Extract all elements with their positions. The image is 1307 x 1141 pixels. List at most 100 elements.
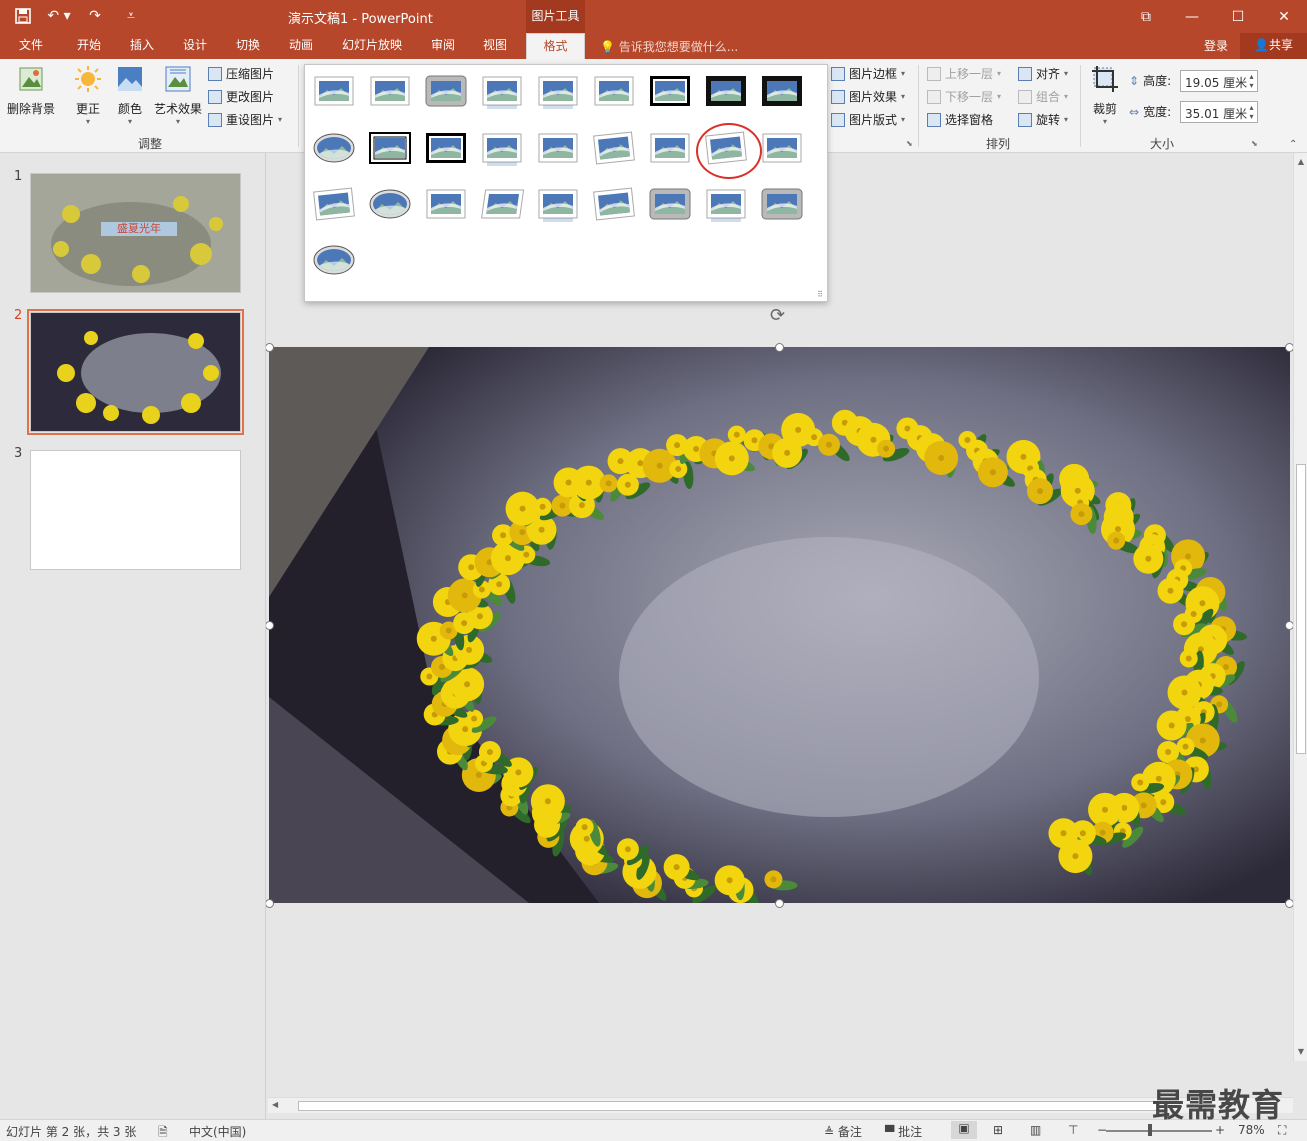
tell-me-search[interactable]: 💡 告诉我您想要做什么...	[600, 38, 738, 55]
tab-design[interactable]: 设计	[172, 33, 218, 59]
picture-effects-button[interactable]: 图片效果 ▾	[831, 88, 905, 105]
picture-style-option[interactable]	[704, 74, 748, 110]
redo-icon[interactable]: ↷	[82, 5, 108, 27]
artistic-effects-button[interactable]: 艺术效果 ▾	[152, 65, 204, 126]
vertical-scroll-thumb[interactable]	[1296, 464, 1306, 754]
picture-style-option[interactable]	[480, 74, 524, 110]
vertical-scrollbar[interactable]: ▲ ▼	[1293, 153, 1307, 1061]
compress-pictures-button[interactable]: 压缩图片	[208, 65, 274, 82]
language-indicator[interactable]: 中文(中国)	[189, 1123, 246, 1140]
send-backward-button[interactable]: 下移一层 ▾	[927, 88, 1001, 105]
reset-picture-button[interactable]: 重设图片 ▾	[208, 111, 282, 128]
rotate-icon	[1018, 112, 1032, 127]
horizontal-scroll-thumb[interactable]	[298, 1101, 1158, 1111]
ribbon-display-icon[interactable]: ⧉	[1123, 0, 1169, 33]
picture-style-option[interactable]	[424, 74, 468, 110]
slide-sorter-icon[interactable]: ⊞	[993, 1123, 1003, 1137]
resize-handle[interactable]	[1285, 621, 1293, 630]
resize-handle[interactable]	[266, 899, 274, 908]
picture-style-option[interactable]	[536, 131, 580, 167]
slide-thumbnail-1[interactable]: 盛夏光年	[30, 173, 241, 293]
tab-file[interactable]: 文件	[8, 33, 54, 59]
scroll-left-icon[interactable]: ◀	[272, 1100, 278, 1109]
resize-handle[interactable]	[1285, 343, 1293, 352]
resize-handle[interactable]	[775, 343, 784, 352]
zoom-slider[interactable]	[1106, 1130, 1212, 1132]
share-button[interactable]: 👤共享	[1240, 33, 1307, 59]
notes-button[interactable]: ≜ 备注	[824, 1123, 862, 1140]
picture-style-option[interactable]	[592, 187, 636, 223]
maximize-icon[interactable]: ☐	[1215, 0, 1261, 33]
rotate-button[interactable]: 旋转 ▾	[1018, 111, 1068, 128]
horizontal-scrollbar[interactable]: ◀	[268, 1097, 1293, 1113]
tab-view[interactable]: 视图	[472, 33, 518, 59]
picture-layout-button[interactable]: 图片版式 ▾	[831, 111, 905, 128]
align-button[interactable]: 对齐 ▾	[1018, 65, 1068, 82]
picture-style-option[interactable]	[312, 74, 356, 110]
picture-style-option[interactable]	[760, 187, 804, 223]
picture-style-option[interactable]	[704, 187, 748, 223]
tab-home[interactable]: 开始	[66, 33, 112, 59]
slide-thumbnail-3[interactable]	[30, 450, 241, 570]
picture-style-option[interactable]	[424, 187, 468, 223]
picture-style-option[interactable]	[480, 187, 525, 223]
picture-style-option[interactable]	[312, 243, 356, 279]
slideshow-view-icon[interactable]: ⊤	[1068, 1123, 1078, 1137]
height-input[interactable]: 19.05 厘米	[1180, 70, 1258, 92]
minimize-icon[interactable]: —	[1169, 0, 1215, 33]
close-icon[interactable]: ✕	[1261, 0, 1307, 33]
selected-picture[interactable]	[269, 347, 1290, 903]
picture-style-option[interactable]	[760, 131, 804, 167]
scroll-down-icon[interactable]: ▼	[1296, 1047, 1306, 1059]
tab-format[interactable]: 格式	[526, 33, 585, 59]
collapse-ribbon-icon[interactable]: ⌃	[1289, 139, 1297, 150]
tab-slideshow[interactable]: 幻灯片放映	[336, 33, 408, 59]
picture-style-option[interactable]	[648, 74, 692, 110]
remove-background-button[interactable]: 删除背景	[6, 65, 56, 117]
dialog-launcher-icon[interactable]: ⬊	[1251, 139, 1258, 148]
picture-border-button[interactable]: 图片边框 ▾	[831, 65, 905, 82]
bring-forward-button[interactable]: 上移一层 ▾	[927, 65, 1001, 82]
picture-style-option[interactable]	[480, 131, 524, 167]
width-input[interactable]: 35.01 厘米	[1180, 101, 1258, 123]
resize-handle[interactable]	[1285, 899, 1293, 908]
comments-button[interactable]: ▀ 批注	[885, 1123, 922, 1140]
dialog-launcher-icon[interactable]: ⬊	[906, 139, 913, 148]
picture-style-option[interactable]	[592, 74, 636, 110]
corrections-button[interactable]: 更正 ▾	[70, 65, 106, 126]
picture-style-option[interactable]	[536, 74, 580, 110]
picture-style-option[interactable]	[368, 131, 412, 167]
resize-grip-icon[interactable]: ⠿	[817, 290, 823, 299]
picture-style-option[interactable]	[368, 74, 412, 110]
group-button[interactable]: 组合 ▾	[1018, 88, 1068, 105]
sign-in-link[interactable]: 登录	[1204, 37, 1228, 54]
customize-qat-icon[interactable]: ⩡	[118, 5, 144, 27]
rotate-handle-icon[interactable]: ⟳	[770, 305, 785, 326]
tab-animations[interactable]: 动画	[278, 33, 324, 59]
undo-icon[interactable]: ↶ ▾	[46, 5, 72, 27]
tab-review[interactable]: 审阅	[420, 33, 466, 59]
picture-style-option[interactable]	[648, 187, 692, 223]
spell-check-icon[interactable]: 🗎	[158, 1123, 168, 1141]
picture-style-option[interactable]	[312, 131, 356, 167]
resize-handle[interactable]	[775, 899, 784, 908]
picture-style-option[interactable]	[312, 187, 356, 223]
change-picture-button[interactable]: 更改图片	[208, 88, 274, 105]
picture-style-option[interactable]	[648, 131, 692, 167]
selection-pane-button[interactable]: 选择窗格	[927, 111, 993, 128]
picture-style-option[interactable]	[536, 187, 580, 223]
tab-insert[interactable]: 插入	[119, 33, 165, 59]
normal-view-icon[interactable]: ▣	[951, 1121, 977, 1139]
picture-style-option[interactable]	[760, 74, 804, 110]
reading-view-icon[interactable]: ▥	[1030, 1123, 1041, 1137]
picture-style-option[interactable]	[424, 131, 468, 167]
slide-thumbnail-2[interactable]	[27, 309, 244, 435]
picture-style-option[interactable]	[704, 131, 748, 167]
color-button[interactable]: 颜色 ▾	[113, 65, 147, 126]
save-icon[interactable]	[10, 5, 36, 27]
picture-style-option[interactable]	[368, 187, 412, 223]
crop-button[interactable]: 裁剪 ▾	[1088, 65, 1122, 126]
picture-style-option[interactable]	[592, 131, 636, 167]
scroll-up-icon[interactable]: ▲	[1296, 157, 1306, 169]
tab-transitions[interactable]: 切换	[225, 33, 271, 59]
